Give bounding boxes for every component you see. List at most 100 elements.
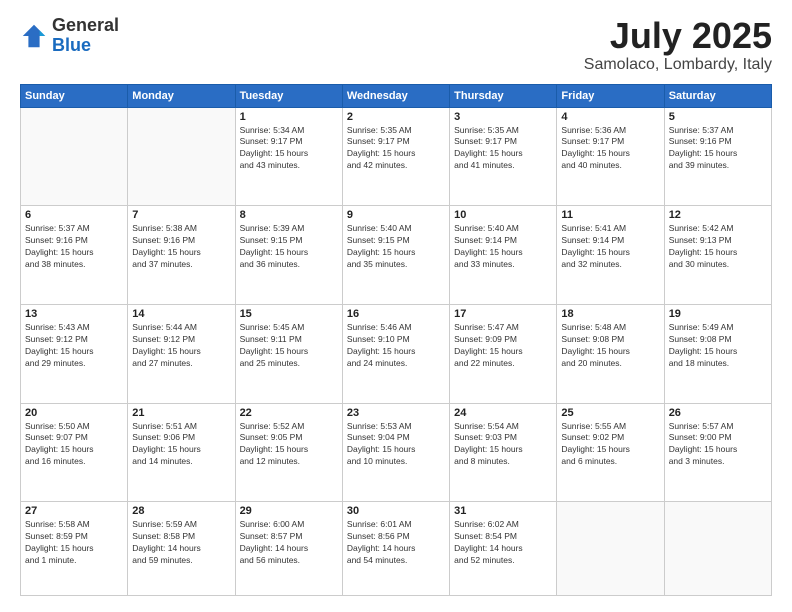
day-number: 7 [132,209,230,221]
day-info: Sunrise: 6:01 AM Sunset: 8:56 PM Dayligh… [347,519,445,567]
day-info: Sunrise: 5:36 AM Sunset: 9:17 PM Dayligh… [561,125,659,173]
calendar-header-row: Sunday Monday Tuesday Wednesday Thursday… [21,84,772,107]
col-sunday: Sunday [21,84,128,107]
day-number: 18 [561,308,659,320]
day-number: 17 [454,308,552,320]
day-info: Sunrise: 5:57 AM Sunset: 9:00 PM Dayligh… [669,421,767,469]
day-number: 6 [25,209,123,221]
day-number: 27 [25,505,123,517]
day-number: 15 [240,308,338,320]
day-number: 25 [561,407,659,419]
table-row: 19 Sunrise: 5:49 AM Sunset: 9:08 PM Dayli… [664,304,771,403]
day-info: Sunrise: 5:41 AM Sunset: 9:14 PM Dayligh… [561,223,659,271]
day-info: Sunrise: 5:37 AM Sunset: 9:16 PM Dayligh… [669,125,767,173]
day-number: 12 [669,209,767,221]
table-row: 22 Sunrise: 5:52 AM Sunset: 9:05 PM Dayli… [235,403,342,502]
day-info: Sunrise: 5:40 AM Sunset: 9:14 PM Dayligh… [454,223,552,271]
calendar-table: Sunday Monday Tuesday Wednesday Thursday… [20,84,772,596]
table-row: 3 Sunrise: 5:35 AM Sunset: 9:17 PM Daylig… [450,107,557,206]
day-info: Sunrise: 5:50 AM Sunset: 9:07 PM Dayligh… [25,421,123,469]
day-info: Sunrise: 5:58 AM Sunset: 8:59 PM Dayligh… [25,519,123,567]
day-number: 5 [669,111,767,123]
day-number: 22 [240,407,338,419]
table-row: 10 Sunrise: 5:40 AM Sunset: 9:14 PM Dayli… [450,206,557,305]
day-number: 30 [347,505,445,517]
day-number: 8 [240,209,338,221]
table-row: 8 Sunrise: 5:39 AM Sunset: 9:15 PM Daylig… [235,206,342,305]
day-info: Sunrise: 5:39 AM Sunset: 9:15 PM Dayligh… [240,223,338,271]
day-number: 14 [132,308,230,320]
day-number: 28 [132,505,230,517]
day-number: 9 [347,209,445,221]
table-row: 17 Sunrise: 5:47 AM Sunset: 9:09 PM Dayli… [450,304,557,403]
table-row: 18 Sunrise: 5:48 AM Sunset: 9:08 PM Dayli… [557,304,664,403]
table-row: 25 Sunrise: 5:55 AM Sunset: 9:02 PM Dayli… [557,403,664,502]
table-row: 1Sunrise: 5:34 AM Sunset: 9:17 PM Daylig… [235,107,342,206]
day-info: Sunrise: 5:48 AM Sunset: 9:08 PM Dayligh… [561,322,659,370]
day-number: 31 [454,505,552,517]
day-info: Sunrise: 5:53 AM Sunset: 9:04 PM Dayligh… [347,421,445,469]
table-row [664,502,771,596]
table-row: 15 Sunrise: 5:45 AM Sunset: 9:11 PM Dayli… [235,304,342,403]
day-info: Sunrise: 5:42 AM Sunset: 9:13 PM Dayligh… [669,223,767,271]
table-row: 14 Sunrise: 5:44 AM Sunset: 9:12 PM Dayli… [128,304,235,403]
table-row: 9 Sunrise: 5:40 AM Sunset: 9:15 PM Daylig… [342,206,449,305]
day-info: Sunrise: 5:54 AM Sunset: 9:03 PM Dayligh… [454,421,552,469]
table-row: 4 Sunrise: 5:36 AM Sunset: 9:17 PM Daylig… [557,107,664,206]
day-number: 4 [561,111,659,123]
day-info: Sunrise: 5:46 AM Sunset: 9:10 PM Dayligh… [347,322,445,370]
table-row: 2 Sunrise: 5:35 AM Sunset: 9:17 PM Daylig… [342,107,449,206]
table-row: 30 Sunrise: 6:01 AM Sunset: 8:56 PM Dayli… [342,502,449,596]
table-row: 24 Sunrise: 5:54 AM Sunset: 9:03 PM Dayli… [450,403,557,502]
day-number: 21 [132,407,230,419]
day-number: 19 [669,308,767,320]
day-info: Sunrise: 5:52 AM Sunset: 9:05 PM Dayligh… [240,421,338,469]
logo: General Blue [20,16,119,56]
col-friday: Friday [557,84,664,107]
day-number: 1 [240,111,338,123]
table-row: 5 Sunrise: 5:37 AM Sunset: 9:16 PM Daylig… [664,107,771,206]
day-info: Sunrise: 5:45 AM Sunset: 9:11 PM Dayligh… [240,322,338,370]
table-row: 11 Sunrise: 5:41 AM Sunset: 9:14 PM Dayli… [557,206,664,305]
table-row [557,502,664,596]
col-thursday: Thursday [450,84,557,107]
day-info: Sunrise: 5:35 AM Sunset: 9:17 PM Dayligh… [347,125,445,173]
table-row [21,107,128,206]
table-row: 20Sunrise: 5:50 AM Sunset: 9:07 PM Dayli… [21,403,128,502]
day-info: Sunrise: 5:37 AM Sunset: 9:16 PM Dayligh… [25,223,123,271]
day-number: 24 [454,407,552,419]
table-row: 27 Sunrise: 5:58 AM Sunset: 8:59 PM Dayli… [21,502,128,596]
day-number: 10 [454,209,552,221]
day-info: Sunrise: 5:44 AM Sunset: 9:12 PM Dayligh… [132,322,230,370]
day-info: Sunrise: 5:47 AM Sunset: 9:09 PM Dayligh… [454,322,552,370]
table-row [128,107,235,206]
day-info: Sunrise: 6:02 AM Sunset: 8:54 PM Dayligh… [454,519,552,567]
page: General Blue July 2025 Samolaco, Lombard… [0,0,792,612]
day-number: 11 [561,209,659,221]
col-saturday: Saturday [664,84,771,107]
day-info: Sunrise: 5:43 AM Sunset: 9:12 PM Dayligh… [25,322,123,370]
day-info: Sunrise: 6:00 AM Sunset: 8:57 PM Dayligh… [240,519,338,567]
day-number: 16 [347,308,445,320]
day-info: Sunrise: 5:51 AM Sunset: 9:06 PM Dayligh… [132,421,230,469]
location-title: Samolaco, Lombardy, Italy [584,56,772,74]
day-info: Sunrise: 5:40 AM Sunset: 9:15 PM Dayligh… [347,223,445,271]
day-info: Sunrise: 5:55 AM Sunset: 9:02 PM Dayligh… [561,421,659,469]
day-info: Sunrise: 5:59 AM Sunset: 8:58 PM Dayligh… [132,519,230,567]
day-number: 13 [25,308,123,320]
table-row: 29Sunrise: 6:00 AM Sunset: 8:57 PM Dayli… [235,502,342,596]
table-row: 21 Sunrise: 5:51 AM Sunset: 9:06 PM Dayli… [128,403,235,502]
day-number: 2 [347,111,445,123]
table-row: 7Sunrise: 5:38 AM Sunset: 9:16 PM Daylig… [128,206,235,305]
day-info: Sunrise: 5:49 AM Sunset: 9:08 PM Dayligh… [669,322,767,370]
table-row: 13 Sunrise: 5:43 AM Sunset: 9:12 PM Dayli… [21,304,128,403]
table-row: 16 Sunrise: 5:46 AM Sunset: 9:10 PM Dayli… [342,304,449,403]
col-tuesday: Tuesday [235,84,342,107]
title-block: July 2025 Samolaco, Lombardy, Italy [584,16,772,74]
day-number: 23 [347,407,445,419]
table-row: 26Sunrise: 5:57 AM Sunset: 9:00 PM Dayli… [664,403,771,502]
day-number: 3 [454,111,552,123]
month-title: July 2025 [584,16,772,56]
header: General Blue July 2025 Samolaco, Lombard… [20,16,772,74]
day-info: Sunrise: 5:35 AM Sunset: 9:17 PM Dayligh… [454,125,552,173]
